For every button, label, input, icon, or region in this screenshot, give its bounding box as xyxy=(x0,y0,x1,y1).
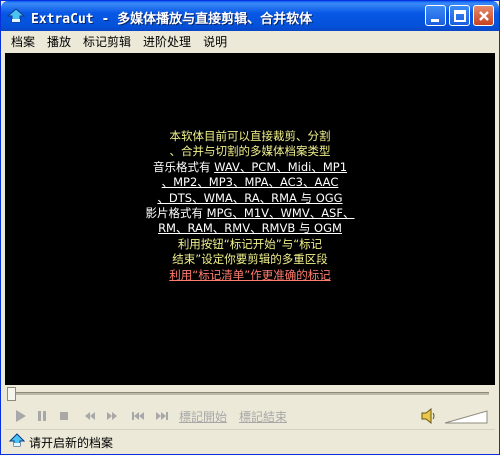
menu-play[interactable]: 播放 xyxy=(41,32,77,52)
seek-bar[interactable] xyxy=(5,385,495,403)
app-logo-icon[interactable] xyxy=(6,7,26,25)
app-status-icon xyxy=(8,433,26,449)
minimize-button[interactable] xyxy=(425,5,446,26)
seek-track[interactable] xyxy=(11,392,489,395)
info-line-2: 、合并与切割的多媒体档案类型 xyxy=(169,144,331,159)
skip-forward-icon[interactable] xyxy=(153,407,171,425)
menu-file[interactable]: 档案 xyxy=(5,32,41,52)
tip-line-2: 结束”设定你要剪辑的多重区段 xyxy=(172,252,328,267)
playback-controls: 標記開始 標記結束 xyxy=(5,403,495,429)
video-formats-label: 影片格式有 xyxy=(145,206,207,221)
skip-back-icon[interactable] xyxy=(129,407,147,425)
status-text: 请开启新的档案 xyxy=(29,436,114,450)
audio-formats-label: 音乐格式有 xyxy=(152,159,215,174)
status-bar: 请开启新的档案 xyxy=(5,429,495,451)
video-display[interactable]: 本软体目前可以直接裁剪、分割 、合并与切割的多媒体档案类型 音乐格式有 WAV、… xyxy=(5,53,495,385)
tip-line-3: 利用“标记清单”作更准确的标记 xyxy=(169,267,331,282)
maximize-button[interactable] xyxy=(449,5,470,26)
volume-slider[interactable] xyxy=(443,407,489,425)
tip-line-1: 利用按钮“标记开始”与“标记 xyxy=(177,236,323,251)
audio-formats-line-3: 、DTS、WMA、RA、RMA 与 OGG xyxy=(157,190,343,205)
menu-advanced[interactable]: 进阶处理 xyxy=(137,32,197,52)
info-line-1: 本软体目前可以直接裁剪、分割 xyxy=(169,129,331,143)
menu-mark-edit[interactable]: 标记剪辑 xyxy=(77,32,137,52)
rewind-icon[interactable] xyxy=(81,407,99,425)
mark-start-button[interactable]: 標記開始 xyxy=(179,408,227,425)
window-title: ExtraCut - 多媒体播放与直接剪辑、合并软体 xyxy=(31,12,313,27)
mark-end-button[interactable]: 標記結束 xyxy=(239,408,287,425)
audio-formats-line-2: 、MP2、MP3、MPA、AC3、AAC xyxy=(161,175,339,190)
close-button[interactable] xyxy=(473,5,494,26)
audio-formats-list-1: WAV、PCM、Midi、MP1 xyxy=(214,159,348,174)
volume-icon[interactable] xyxy=(419,406,439,426)
video-formats-line-1: 影片格式有 MPG、M1V、WMV、ASF、 xyxy=(5,206,495,221)
play-icon[interactable] xyxy=(11,407,29,425)
audio-formats-line-1: 音乐格式有 WAV、PCM、Midi、MP1 xyxy=(5,160,495,175)
stop-icon[interactable] xyxy=(55,407,73,425)
app-window: ExtraCut - 多媒体播放与直接剪辑、合并软体 档案 播放 标记剪辑 进阶… xyxy=(0,0,500,455)
seek-thumb[interactable] xyxy=(7,387,16,401)
title-bar[interactable]: ExtraCut - 多媒体播放与直接剪辑、合并软体 xyxy=(1,1,499,31)
pause-icon[interactable] xyxy=(33,407,51,425)
video-formats-list-1: MPG、M1V、WMV、ASF、 xyxy=(206,206,355,221)
menu-help[interactable]: 说明 xyxy=(197,32,233,52)
menu-bar: 档案 播放 标记剪辑 进阶处理 说明 xyxy=(5,31,495,53)
video-formats-line-2: RM、RAM、RMV、RMVB 与 OGM xyxy=(158,221,342,236)
supported-formats-info: 本软体目前可以直接裁剪、分割 、合并与切割的多媒体档案类型 音乐格式有 WAV、… xyxy=(5,129,495,283)
fast-forward-icon[interactable] xyxy=(103,407,121,425)
